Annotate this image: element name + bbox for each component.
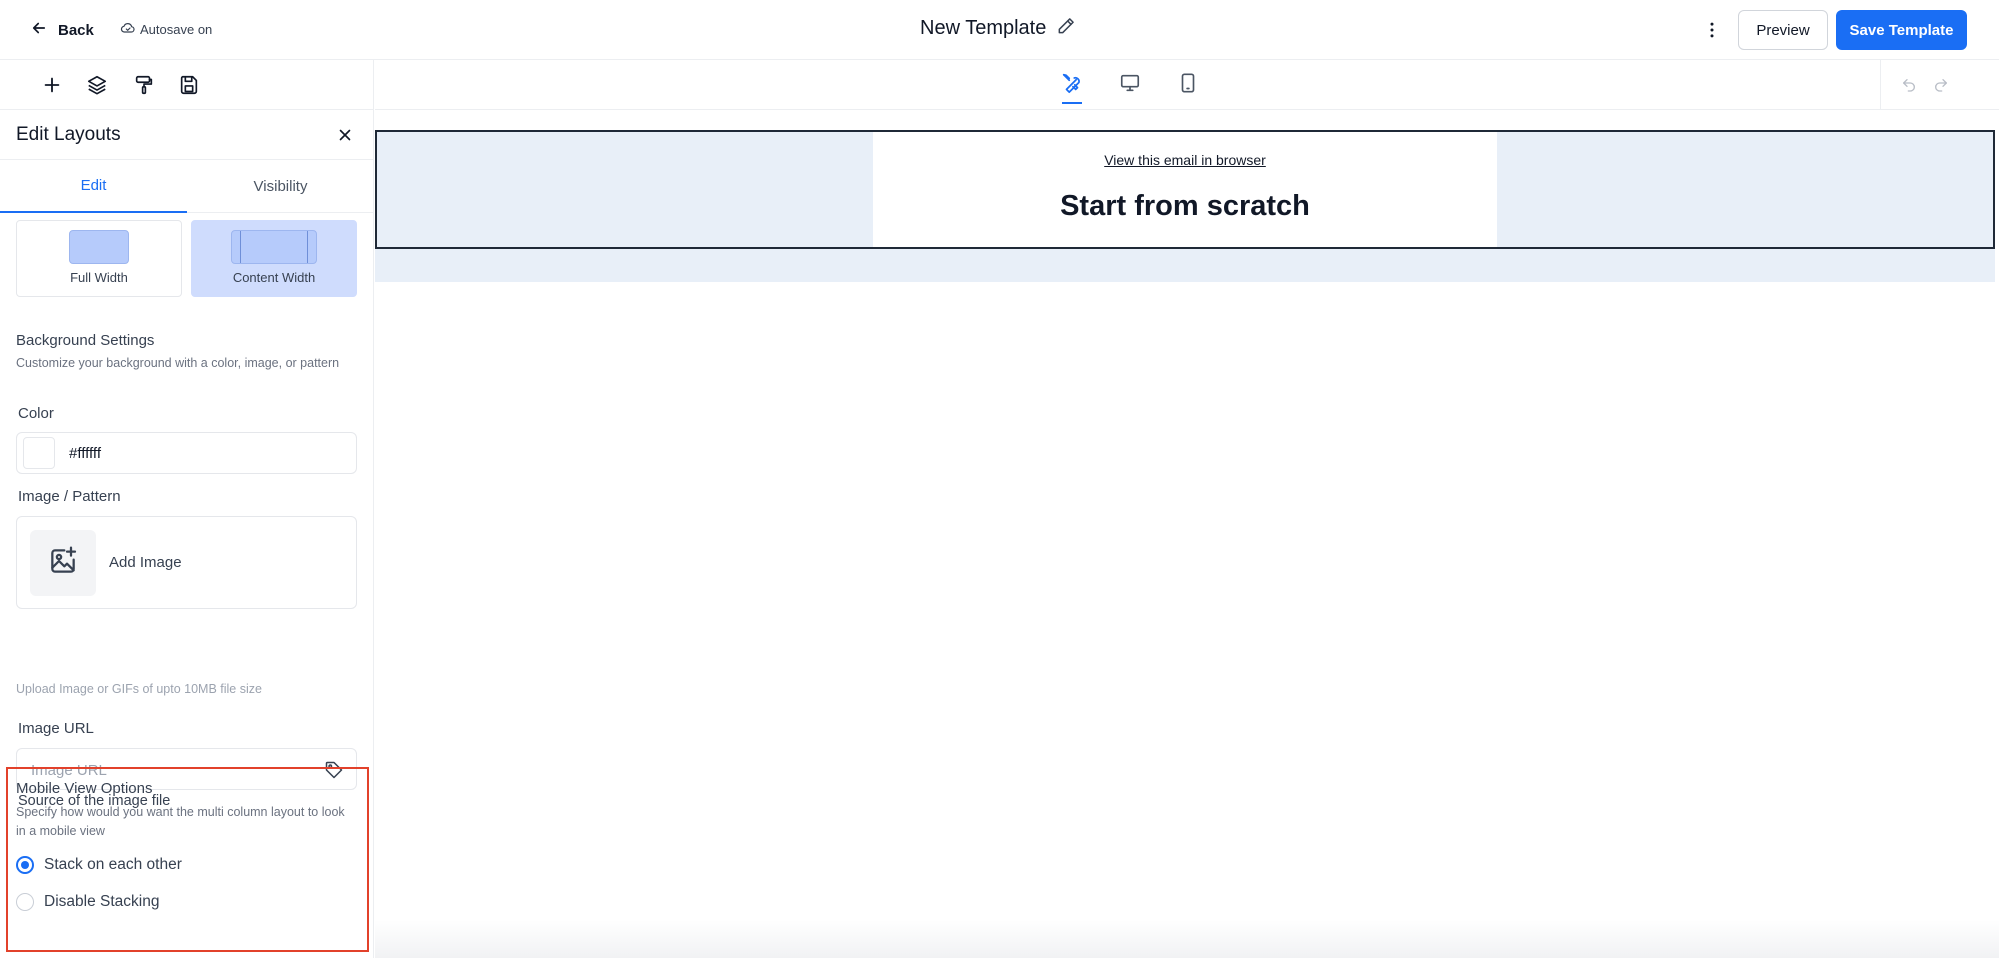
template-title-text: New Template bbox=[920, 17, 1047, 39]
selected-row-outline[interactable] bbox=[375, 130, 1995, 249]
color-value: #ffffff bbox=[69, 444, 101, 462]
kebab-icon[interactable] bbox=[1700, 16, 1724, 44]
full-width-label: Full Width bbox=[70, 270, 128, 285]
image-plus-icon bbox=[47, 545, 79, 582]
autosave-label: Autosave on bbox=[140, 22, 213, 37]
template-title: New Template bbox=[920, 16, 1076, 41]
radio-button-checked[interactable] bbox=[16, 856, 34, 874]
radio-label-stack: Stack on each other bbox=[44, 856, 182, 873]
close-icon[interactable] bbox=[334, 124, 356, 146]
radio-button-unchecked[interactable] bbox=[16, 893, 34, 911]
desktop-icon[interactable] bbox=[1117, 70, 1143, 96]
view-toolbar bbox=[375, 60, 1999, 110]
content-width-label: Content Width bbox=[232, 270, 316, 285]
mobile-icon[interactable] bbox=[1175, 70, 1201, 96]
image-placeholder bbox=[30, 530, 96, 596]
add-image-dropzone[interactable]: Add Image bbox=[16, 516, 357, 609]
save-icon[interactable] bbox=[176, 72, 202, 98]
mobile-view-options-title: Mobile View Options bbox=[16, 780, 153, 797]
background-settings-title: Background Settings bbox=[16, 332, 155, 349]
cloud-check-icon bbox=[120, 20, 136, 39]
image-url-label: Image URL bbox=[18, 720, 94, 737]
pencil-icon[interactable] bbox=[1056, 16, 1076, 41]
tab-edit[interactable]: Edit bbox=[0, 160, 187, 213]
editor-canvas: View this email in browser Start from sc… bbox=[375, 60, 1999, 958]
panel-header: Edit Layouts bbox=[0, 110, 374, 160]
full-width-preview bbox=[69, 230, 129, 264]
color-field[interactable]: #ffffff bbox=[16, 432, 357, 474]
save-template-button[interactable]: Save Template bbox=[1836, 10, 1967, 50]
full-width-option[interactable]: Full Width bbox=[16, 220, 182, 297]
active-view-indicator bbox=[1062, 102, 1082, 104]
add-image-label: Add Image bbox=[109, 554, 182, 571]
autosave-status: Autosave on bbox=[120, 20, 212, 39]
undo-redo-group bbox=[1880, 60, 1999, 110]
plus-icon[interactable] bbox=[39, 72, 65, 98]
bottom-shadow bbox=[375, 920, 1999, 958]
back-label: Back bbox=[58, 21, 94, 39]
panel-tabs: Edit Visibility bbox=[0, 160, 374, 213]
image-pattern-label: Image / Pattern bbox=[18, 488, 121, 505]
left-sidebar: Edit Layouts Edit Visibility Full Width … bbox=[0, 60, 374, 958]
tool-row bbox=[0, 60, 374, 110]
tab-visibility[interactable]: Visibility bbox=[187, 160, 374, 213]
layers-icon[interactable] bbox=[84, 72, 110, 98]
panel-title: Edit Layouts bbox=[16, 124, 121, 145]
mobile-view-options-description: Specify how would you want the multi col… bbox=[16, 805, 345, 838]
redo-icon[interactable] bbox=[1931, 75, 1951, 95]
color-label: Color bbox=[18, 405, 54, 422]
radio-label-disable: Disable Stacking bbox=[44, 893, 160, 910]
preview-button[interactable]: Preview bbox=[1738, 10, 1828, 50]
color-swatch[interactable] bbox=[23, 437, 55, 469]
undo-icon[interactable] bbox=[1899, 75, 1919, 95]
upload-hint: Upload Image or GIFs of upto 10MB file s… bbox=[16, 682, 262, 696]
back-button[interactable]: Back bbox=[30, 18, 94, 42]
radio-disable-stacking[interactable]: Disable Stacking bbox=[16, 893, 159, 911]
tools-icon[interactable] bbox=[1059, 70, 1085, 96]
arrow-left-icon bbox=[30, 19, 48, 41]
background-settings-description: Customize your background with a color, … bbox=[16, 356, 340, 370]
paint-roller-icon[interactable] bbox=[131, 72, 157, 98]
content-width-preview bbox=[231, 230, 317, 264]
top-bar: Back Autosave on New Template Preview Sa… bbox=[0, 0, 1999, 60]
content-width-option[interactable]: Content Width bbox=[191, 220, 357, 297]
radio-stack-on-each-other[interactable]: Stack on each other bbox=[16, 856, 182, 874]
